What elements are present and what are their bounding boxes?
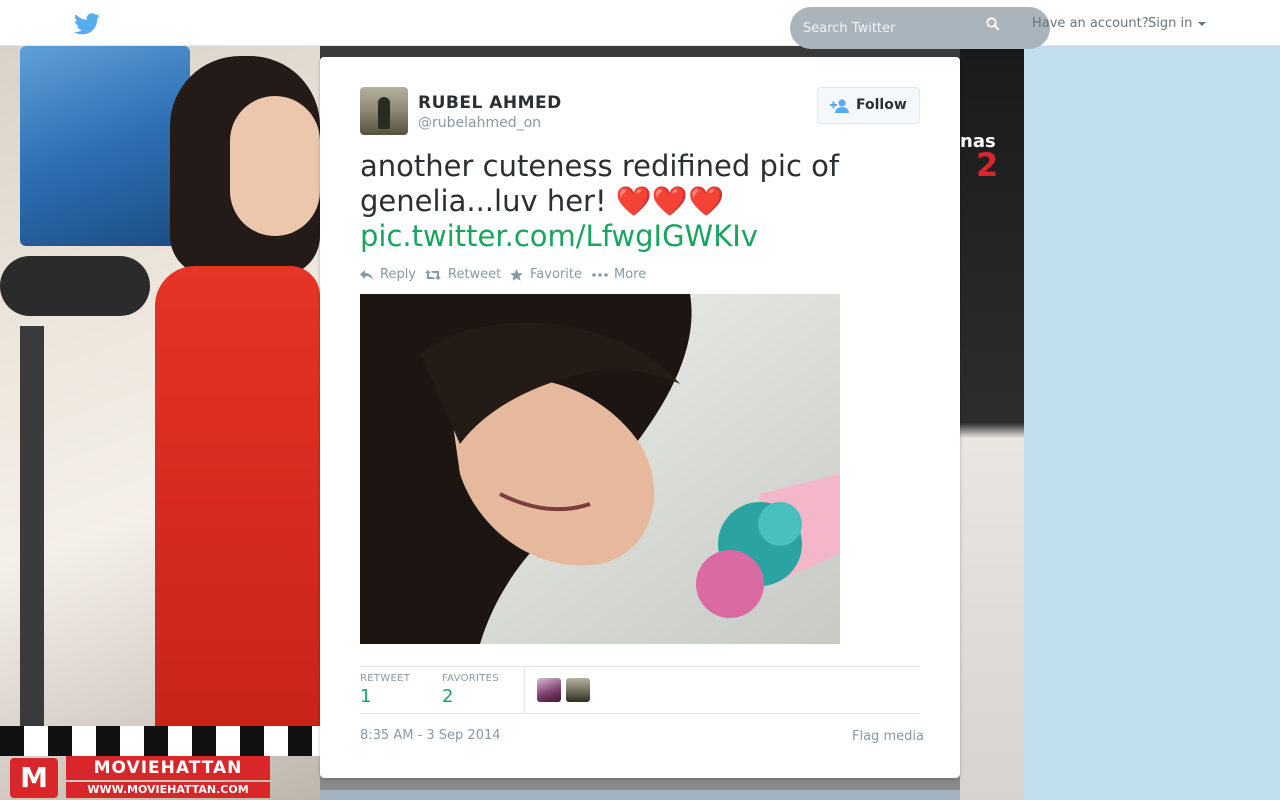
tweet-photo[interactable] — [360, 294, 840, 644]
top-bar: Have an account? Sign in — [0, 0, 1280, 49]
favorites-stat-label: FAVORITES — [442, 673, 499, 684]
tweet-stats: RETWEET 1 FAVORITES 2 — [360, 666, 920, 714]
chevron-down-icon — [1198, 21, 1207, 26]
search-icon — [986, 16, 1000, 31]
moviehattan-logo: M MOVIEHATTAN WWW.MOVIEHATTAN.COM — [10, 754, 272, 798]
tweet-actions: Reply Retweet Favorite More — [360, 267, 760, 285]
stats-divider — [524, 667, 525, 714]
retweet-stat[interactable]: RETWEET 1 — [360, 673, 410, 707]
favorites-stat[interactable]: FAVORITES 2 — [442, 673, 499, 707]
retweet-stat-label: RETWEET — [360, 673, 411, 684]
follow-button[interactable]: Follow — [817, 87, 920, 124]
photo-illustration — [360, 294, 840, 644]
flag-media-link[interactable]: Flag media — [852, 729, 924, 744]
face-illustration — [230, 96, 320, 236]
favoriter-avatar[interactable] — [537, 678, 561, 702]
camera-lens-illustration — [0, 256, 150, 316]
next-card-edge — [320, 790, 960, 800]
red-dress-illustration — [155, 266, 320, 746]
favorites-count: 2 — [442, 686, 454, 707]
reply-label: Reply — [380, 267, 417, 282]
search-box — [790, 7, 1050, 49]
heart-emoji: ❤️❤️❤️ — [615, 184, 725, 218]
more-label: More — [614, 267, 647, 282]
camera-stand-illustration — [20, 326, 44, 726]
reply-icon — [360, 270, 373, 280]
more-dots-icon — [592, 273, 608, 277]
tweet-media-link[interactable]: pic.twitter.com/LfwgIGWKIv — [360, 219, 758, 253]
logo-letter: M — [10, 758, 58, 798]
retweet-icon — [425, 270, 441, 280]
avatar-figure — [378, 97, 390, 129]
user-fullname[interactable]: RUBEL AHMED — [418, 93, 562, 113]
banner-photo-left: M MOVIEHATTAN WWW.MOVIEHATTAN.COM — [0, 46, 320, 800]
tweet-card: RUBEL AHMED @rubelahmed_on Follow anothe… — [320, 57, 960, 778]
search-input[interactable] — [790, 7, 1010, 49]
signin-label: Sign in — [1148, 16, 1193, 31]
tweet-text: another cuteness redifined pic of geneli… — [360, 149, 920, 254]
favoriter-avatar[interactable] — [566, 678, 590, 702]
twitter-bird-icon[interactable] — [74, 13, 100, 35]
signin-dropdown[interactable]: Sign in — [1148, 16, 1207, 31]
star-icon — [510, 269, 523, 281]
clapboard-stripe — [0, 726, 320, 756]
logo-url: WWW.MOVIEHATTAN.COM — [66, 782, 270, 798]
tweet-timestamp[interactable]: 8:35 AM - 3 Sep 2014 — [360, 728, 501, 743]
account-prompt: Have an account? — [1032, 16, 1149, 31]
follow-label: Follow — [856, 97, 907, 113]
add-user-icon — [830, 99, 849, 113]
avatar[interactable] — [360, 87, 408, 135]
camera-illustration — [20, 46, 190, 246]
banner-film-number: 2 — [976, 146, 999, 184]
retweet-count: 1 — [360, 686, 372, 707]
search-button[interactable] — [984, 16, 1002, 34]
favorite-label: Favorite — [530, 267, 582, 282]
tweet-body: another cuteness redifined pic of geneli… — [360, 149, 840, 218]
logo-name: MOVIEHATTAN — [66, 756, 270, 780]
retweet-label: Retweet — [448, 267, 502, 282]
user-screen-name[interactable]: @rubelahmed_on — [418, 115, 541, 131]
